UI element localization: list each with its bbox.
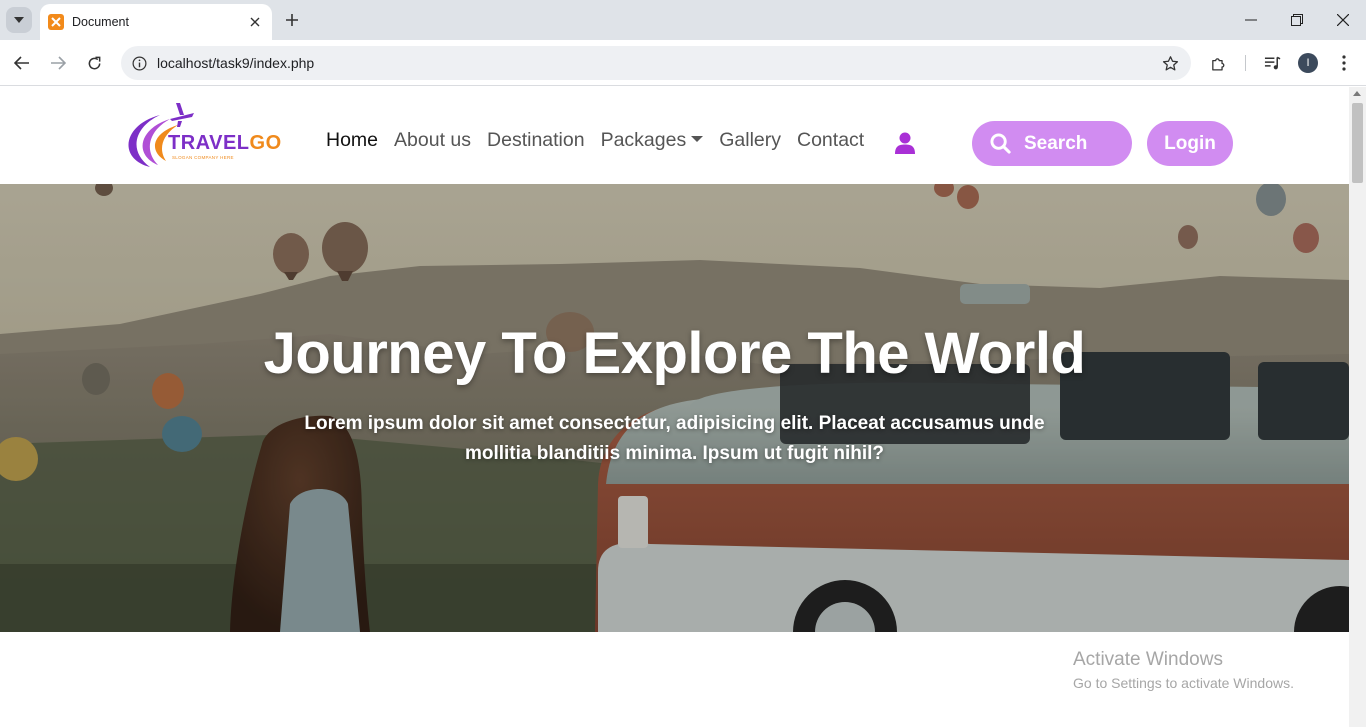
caret-down-icon	[691, 135, 704, 142]
address-bar[interactable]: localhost/task9/index.php	[121, 46, 1191, 80]
hero-banner: Journey To Explore The World Lorem ipsum…	[0, 184, 1349, 632]
minimize-icon[interactable]	[1241, 10, 1261, 30]
close-icon[interactable]	[246, 13, 264, 31]
window-close-icon[interactable]	[1333, 10, 1353, 30]
tab-search-button[interactable]	[6, 7, 32, 33]
info-icon[interactable]	[131, 55, 147, 71]
logo-go-text: GO	[249, 132, 282, 154]
site-header: TRAVELGO SLOGAN COMPANY HERE Home About …	[0, 87, 1349, 184]
hero-overlay	[0, 184, 1349, 632]
menu-item-about-us[interactable]: About us	[394, 129, 471, 152]
tab-title: Document	[72, 15, 129, 29]
search-button[interactable]: Search	[972, 121, 1132, 166]
main-menu: Home About us Destination Packages Galle…	[326, 129, 864, 152]
logo-travel-text: TRAVEL	[168, 132, 250, 154]
url-text: localhost/task9/index.php	[157, 55, 315, 71]
hero-subtitle: Lorem ipsum dolor sit amet consectetur, …	[304, 413, 1045, 464]
scrollbar-thumb[interactable]	[1352, 103, 1363, 183]
xampp-icon	[48, 14, 64, 30]
page-scrollbar[interactable]	[1349, 87, 1366, 727]
menu-item-packages[interactable]: Packages	[601, 129, 704, 152]
page-viewport: TRAVELGO SLOGAN COMPANY HERE Home About …	[0, 87, 1349, 727]
menu-item-contact[interactable]: Contact	[797, 129, 864, 152]
media-control-icon[interactable]	[1261, 52, 1283, 74]
restore-icon[interactable]	[1287, 10, 1307, 30]
reload-icon[interactable]	[83, 52, 105, 74]
arrow-left-icon[interactable]	[11, 52, 33, 74]
puzzle-icon[interactable]	[1207, 52, 1229, 74]
search-icon	[990, 133, 1011, 154]
browser-tab[interactable]: Document	[40, 4, 272, 40]
site-logo[interactable]: TRAVELGO SLOGAN COMPANY HERE	[120, 99, 281, 171]
watermark-subtitle: Go to Settings to activate Windows.	[1073, 675, 1294, 691]
menu-item-destination[interactable]: Destination	[487, 129, 585, 152]
logo-wordmark: TRAVELGO	[168, 132, 282, 155]
more-vert-icon[interactable]	[1333, 52, 1355, 74]
menu-item-packages-label: Packages	[600, 129, 687, 151]
search-button-label: Search	[1024, 132, 1088, 154]
toolbar-divider	[1245, 55, 1246, 71]
chevron-down-icon	[14, 17, 24, 23]
hero-title: Journey To Explore The World	[263, 321, 1086, 386]
plus-icon[interactable]	[282, 10, 302, 30]
watermark-title: Activate Windows	[1073, 649, 1223, 670]
menu-item-home[interactable]: Home	[326, 129, 378, 152]
star-icon[interactable]	[1159, 52, 1181, 74]
browser-tab-strip: Document	[0, 0, 1366, 40]
user-icon[interactable]	[895, 132, 915, 154]
avatar: I	[1298, 53, 1318, 73]
browser-toolbar: localhost/task9/index.php I	[0, 40, 1366, 86]
arrow-right-icon[interactable]	[47, 52, 69, 74]
profile-avatar[interactable]: I	[1297, 52, 1319, 74]
login-button[interactable]: Login	[1147, 121, 1233, 166]
menu-item-gallery[interactable]: Gallery	[719, 129, 781, 152]
scroll-up-arrow-icon[interactable]	[1353, 91, 1361, 96]
logo-tagline: SLOGAN COMPANY HERE	[172, 155, 234, 160]
windows-activation-watermark: Activate Windows Go to Settings to activ…	[1073, 649, 1294, 691]
